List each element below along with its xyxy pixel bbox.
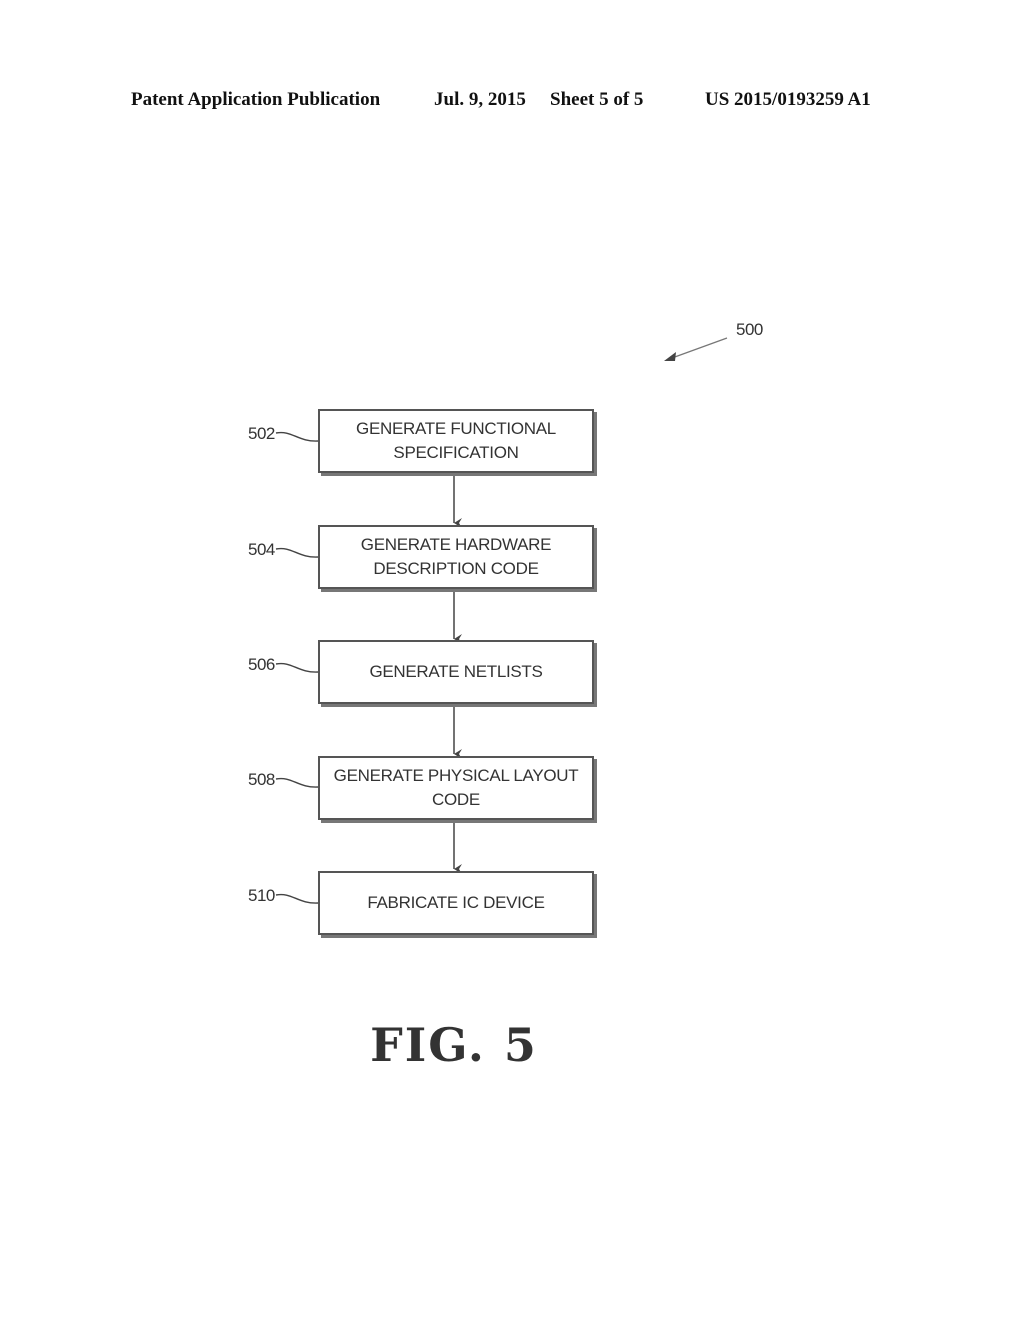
- step-line1: GENERATE HARDWARE: [360, 535, 552, 554]
- ref-500-arrowhead: [664, 352, 676, 361]
- step-line2: DESCRIPTION CODE: [373, 559, 539, 578]
- ref-500-leader: [671, 337, 728, 359]
- step-line2: CODE: [432, 790, 480, 809]
- figure-ref-500: 500: [736, 320, 763, 339]
- step-line2: SPECIFICATION: [393, 443, 519, 462]
- step-line1: FABRICATE IC DEVICE: [367, 893, 545, 912]
- ref-508-leader: [275, 777, 319, 788]
- step-line1: GENERATE NETLISTS: [369, 662, 543, 681]
- figure-caption: FIG. 5: [370, 1018, 538, 1072]
- step-line1: GENERATE PHYSICAL LAYOUT: [333, 766, 579, 785]
- step-ref: 506: [248, 655, 275, 674]
- step-ref: 508: [248, 770, 275, 789]
- step-box-fabricate: FABRICATE IC DEVICE: [318, 871, 594, 935]
- step-ref: 510: [248, 886, 275, 905]
- ref-502-leader: [275, 431, 319, 442]
- step-box-generate-layout: GENERATE PHYSICAL LAYOUT CODE: [318, 756, 594, 820]
- step-box-generate-netlists: GENERATE NETLISTS: [318, 640, 594, 704]
- step-box-generate-hdl: GENERATE HARDWARE DESCRIPTION CODE: [318, 525, 594, 589]
- step-ref: 504: [248, 540, 275, 559]
- ref-510-leader: [275, 893, 319, 904]
- step-ref: 502: [248, 424, 275, 443]
- step-box-generate-functional-spec: GENERATE FUNCTIONAL SPECIFICATION: [318, 409, 594, 473]
- ref-504-leader: [275, 547, 319, 558]
- ref-506-leader: [275, 662, 319, 673]
- step-line1: GENERATE FUNCTIONAL: [356, 419, 556, 438]
